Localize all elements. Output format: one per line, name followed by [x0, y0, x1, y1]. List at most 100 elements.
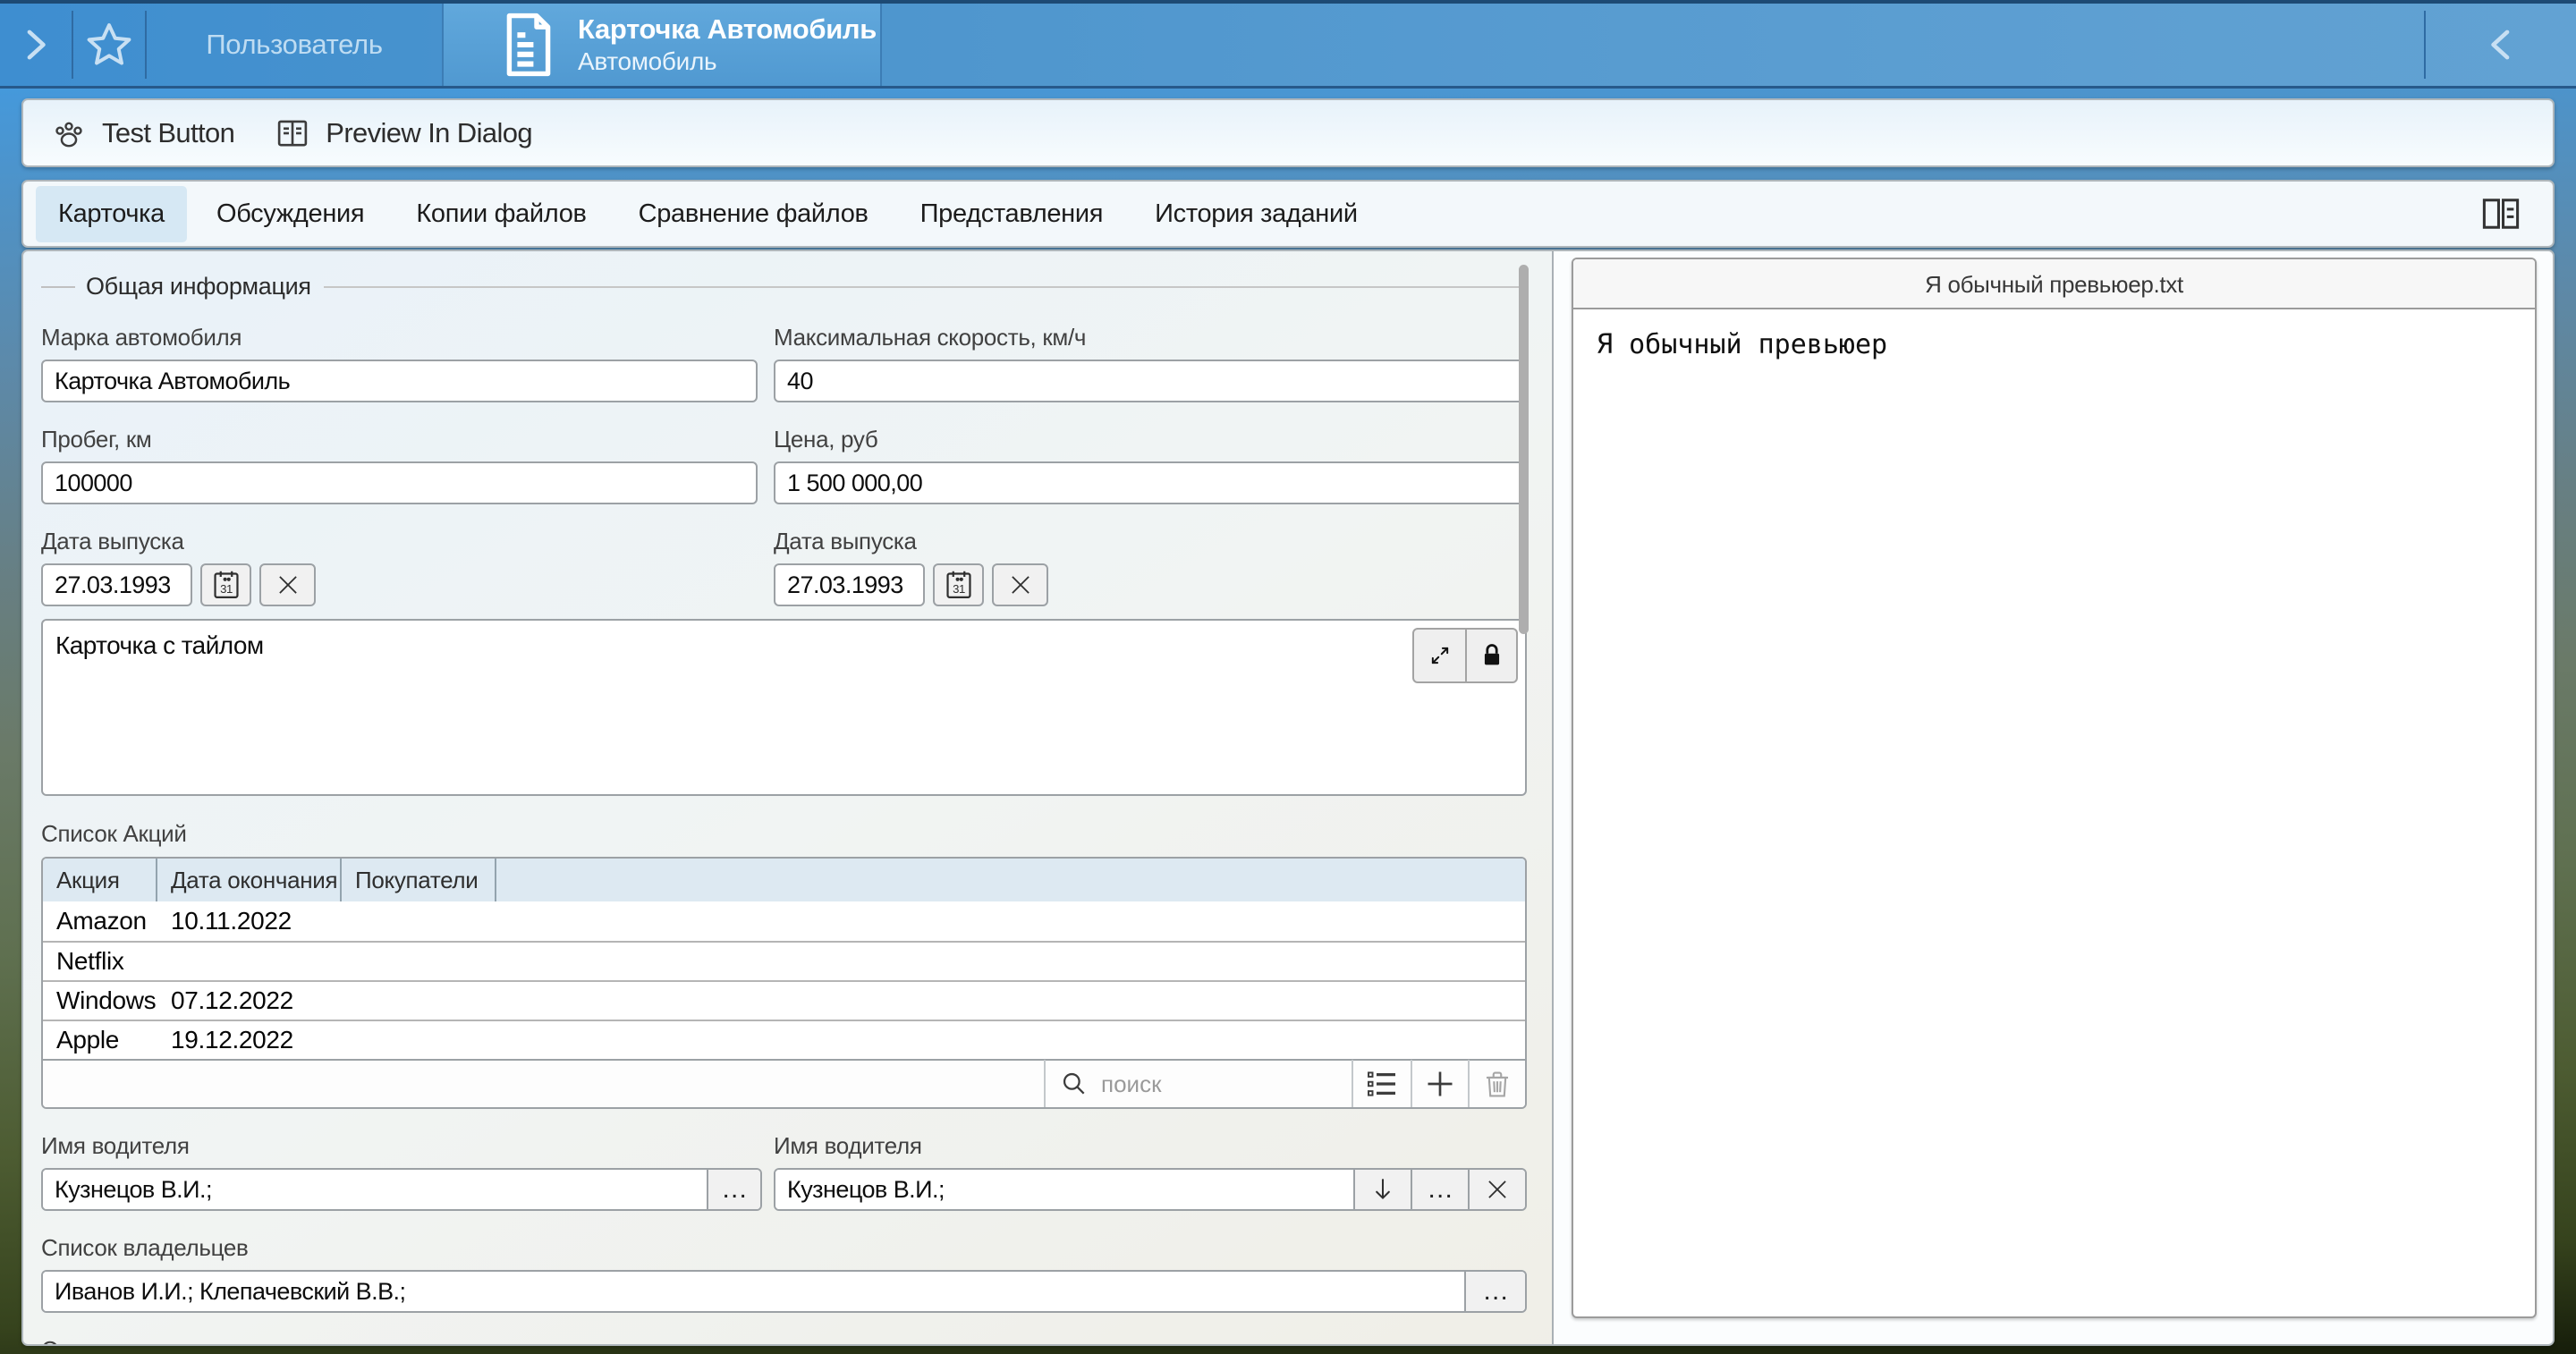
trash-icon [1483, 1069, 1512, 1099]
active-tab-text: Карточка Автомобиль Автомобиль [578, 13, 877, 77]
column-header-akciya[interactable]: Акция [43, 859, 157, 901]
release-date-1-input[interactable] [41, 563, 192, 606]
table-row[interactable]: Apple 19.12.2022 [43, 1020, 1525, 1059]
driver-2-dropdown-button[interactable] [1353, 1170, 1411, 1209]
driver-1-input[interactable] [43, 1170, 707, 1209]
tab-kopii-failov[interactable]: Копии файлов [394, 186, 608, 242]
nav-forward-button[interactable] [0, 4, 72, 86]
tab-istoriya-zadaniy[interactable]: История заданий [1132, 186, 1380, 242]
stocks-table: Акция Дата окончания Покупатели Amazon 1… [41, 857, 1527, 1109]
delete-row-button[interactable] [1468, 1060, 1525, 1108]
test-button[interactable]: Test Button [50, 114, 234, 152]
action-toolbar: Test Button Preview In Dialog [21, 98, 2555, 167]
lock-button[interactable] [1465, 630, 1516, 681]
max-speed-label: Максимальная скорость, км/ч [774, 324, 1527, 351]
svg-text:31: 31 [220, 582, 233, 596]
column-header-pokupateli[interactable]: Покупатели [342, 859, 496, 901]
tab-sravnenie-failov[interactable]: Сравнение файлов [616, 186, 891, 242]
clear-icon [276, 573, 300, 597]
form-scrollbar-thumb[interactable] [1519, 265, 1529, 634]
clear-date-2-button[interactable] [992, 563, 1048, 606]
chevron-right-icon [21, 24, 51, 65]
document-icon [503, 13, 555, 77]
calendar-button-1[interactable]: 31 [200, 563, 251, 606]
form-row-dates: Дата выпуска 31 [41, 504, 1527, 606]
cell-stock: Windows [43, 986, 157, 1015]
ellipsis-icon: … [721, 1174, 748, 1205]
owners-1-input[interactable] [43, 1272, 1464, 1311]
driver-2-select-button[interactable]: … [1411, 1170, 1468, 1209]
choose-from-list-button[interactable] [1353, 1060, 1411, 1108]
topbar-spacer [882, 4, 2424, 86]
favorites-button[interactable] [73, 4, 145, 86]
preview-in-dialog-button[interactable]: Preview In Dialog [274, 114, 532, 152]
card-tabstrip: Карточка Обсуждения Копии файлов Сравнен… [21, 180, 2555, 248]
calendar-icon: 31 [211, 569, 242, 601]
mileage-input[interactable] [41, 461, 758, 504]
table-row[interactable]: Netflix [43, 941, 1525, 980]
release-date-1-label: Дата выпуска [41, 528, 758, 555]
cell-stock: Amazon [43, 907, 157, 935]
tab-card-active[interactable]: Карточка Автомобиль Автомобиль [442, 4, 882, 86]
test-button-label: Test Button [102, 117, 234, 149]
list-icon [1366, 1069, 1398, 1099]
preview-button-label: Preview In Dialog [326, 117, 532, 149]
table-row[interactable]: Amazon 10.11.2022 [43, 901, 1525, 941]
owners-1-field: … [41, 1270, 1527, 1313]
toggle-preview-pane-button[interactable] [2472, 189, 2529, 239]
form-row-drivers: Имя водителя … Имя водителя [41, 1109, 1527, 1211]
collapse-panel-button[interactable] [2426, 4, 2576, 86]
stocks-table-toolbar [43, 1059, 1525, 1107]
max-speed-input[interactable] [774, 360, 1527, 402]
cell-end-date: 19.12.2022 [157, 1026, 342, 1054]
table-row[interactable]: Windows 07.12.2022 [43, 980, 1525, 1020]
stocks-search [1044, 1060, 1353, 1108]
tab-user[interactable]: Пользователь [147, 4, 442, 86]
lock-icon [1479, 642, 1504, 669]
top-bar: Пользователь Карточка Автомобиль Автомоб… [0, 0, 2576, 89]
driver-2-clear-button[interactable] [1468, 1170, 1525, 1209]
form-row-1: Марка автомобиля Максимальная скорость, … [41, 300, 1527, 402]
ellipsis-icon: … [1427, 1174, 1453, 1205]
release-date-2-input[interactable] [774, 563, 925, 606]
clear-icon [1486, 1178, 1509, 1201]
driver-2-input[interactable] [775, 1170, 1353, 1209]
active-tab-subtitle: Автомобиль [578, 47, 877, 77]
stocks-search-input[interactable] [1101, 1071, 1337, 1098]
owners-1-select-button[interactable]: … [1464, 1272, 1525, 1311]
brand-label: Марка автомобиля [41, 324, 758, 351]
price-label: Цена, руб [774, 426, 1527, 453]
card-body: Общая информация Марка автомобиля Максим… [21, 250, 2555, 1346]
expand-icon [1428, 643, 1453, 668]
release-date-2-label: Дата выпуска [774, 528, 1527, 555]
preview-dialog-icon [274, 114, 311, 152]
comment-buttons [1412, 628, 1518, 683]
tab-kartochka[interactable]: Карточка [36, 186, 187, 242]
plus-icon [1424, 1068, 1456, 1100]
stocks-table-header: Акция Дата окончания Покупатели [43, 859, 1525, 901]
tab-predstavleniya[interactable]: Представления [898, 186, 1126, 242]
driver-2-label: Имя водителя [774, 1132, 1527, 1160]
tab-obsuzhdeniya[interactable]: Обсуждения [194, 186, 386, 242]
comment-block: Карточка с тайлом [41, 619, 1527, 800]
calendar-icon: 31 [944, 569, 974, 601]
add-row-button[interactable] [1411, 1060, 1468, 1108]
clear-icon [1009, 573, 1032, 597]
price-input[interactable] [774, 461, 1527, 504]
calendar-button-2[interactable]: 31 [933, 563, 984, 606]
star-icon [84, 20, 134, 70]
comment-textarea[interactable]: Карточка с тайлом [41, 619, 1527, 796]
driver-1-field: … [41, 1168, 762, 1211]
expand-editor-button[interactable] [1414, 630, 1465, 681]
driver-1-select-button[interactable]: … [707, 1170, 760, 1209]
brand-input[interactable] [41, 360, 758, 402]
group-header-general: Общая информация [41, 273, 1527, 300]
group-header-label: Общая информация [86, 273, 311, 300]
legend-line [324, 286, 1527, 288]
clear-date-1-button[interactable] [259, 563, 316, 606]
cell-end-date: 07.12.2022 [157, 986, 342, 1015]
form-row-2: Пробег, км Цена, руб [41, 402, 1527, 504]
driver-1-label: Имя водителя [41, 1132, 758, 1160]
preview-panel: Я обычный превьюер.txt Я обычный превьюе… [1572, 258, 2537, 1318]
column-header-data-okonchaniya[interactable]: Дата окончания [157, 859, 342, 901]
